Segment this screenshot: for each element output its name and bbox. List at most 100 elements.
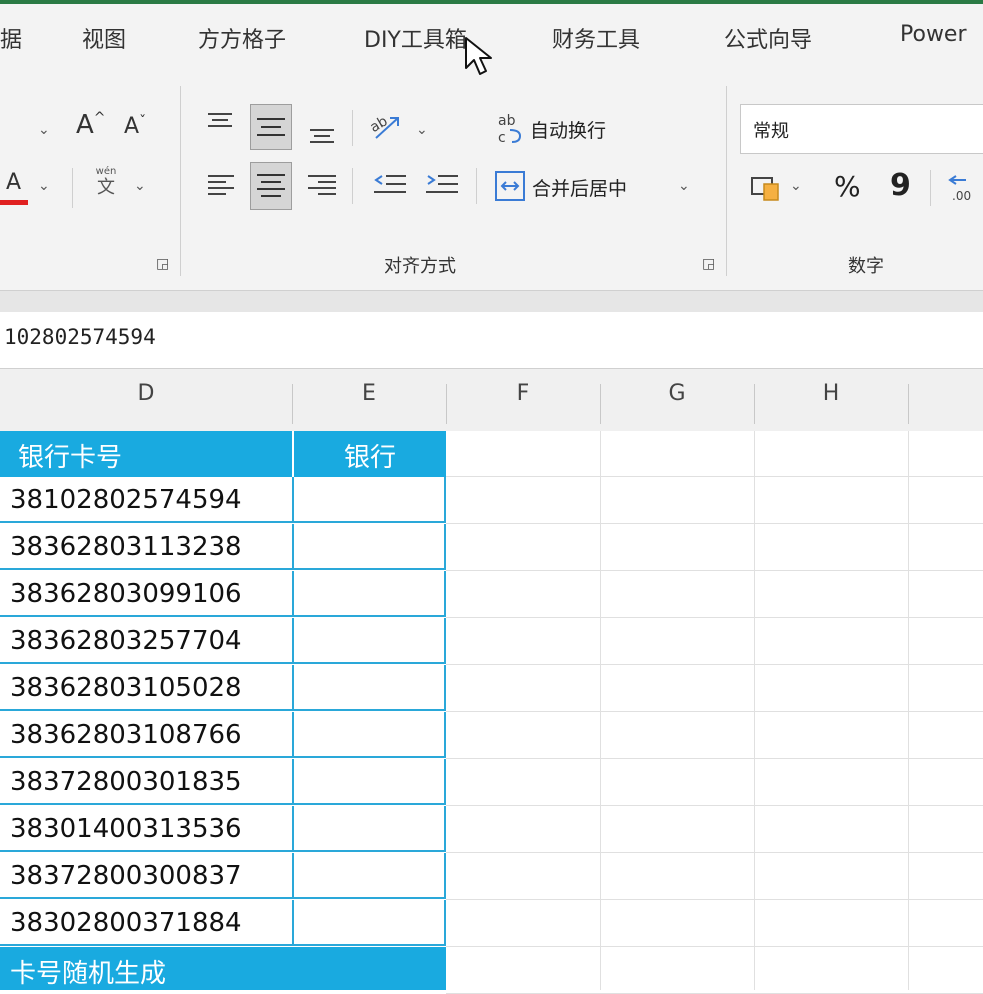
accounting-format-button[interactable] xyxy=(750,172,784,204)
alignment-group-label: 对齐方式 xyxy=(384,256,456,277)
column-separator[interactable] xyxy=(908,384,909,424)
grid-line xyxy=(446,617,983,618)
table-row-card-number[interactable]: 38102802574594 xyxy=(0,477,292,523)
orientation-dropdown-chevron-icon[interactable]: ⌄ xyxy=(416,122,428,138)
alignment-dialog-launcher-icon[interactable]: ◲ xyxy=(702,256,715,272)
decrease-font-size-button[interactable]: Aˇ xyxy=(124,114,146,139)
table-row-bank[interactable] xyxy=(292,900,446,946)
accounting-dropdown-chevron-icon[interactable]: ⌄ xyxy=(790,178,802,194)
align-right-button[interactable] xyxy=(306,168,338,202)
increase-indent-icon xyxy=(426,175,458,193)
table-row-bank[interactable] xyxy=(292,665,446,711)
formula-bar-value[interactable]: 102802574594 xyxy=(4,325,156,349)
table-row-bank[interactable] xyxy=(292,524,446,570)
tab-data[interactable]: 据 xyxy=(0,22,22,54)
grid-line xyxy=(446,852,983,853)
mouse-cursor-icon xyxy=(462,36,498,78)
column-header-d[interactable]: D xyxy=(0,381,292,406)
grid-line xyxy=(446,711,983,712)
table-row-bank[interactable] xyxy=(292,571,446,617)
align-left-button[interactable] xyxy=(206,168,236,202)
table-footer-note[interactable]: 卡号随机生成 xyxy=(0,947,446,990)
tab-power[interactable]: Power xyxy=(900,22,967,47)
merge-center-button[interactable]: 合并后居中 xyxy=(532,174,627,201)
grid-line xyxy=(446,664,983,665)
increase-font-size-button[interactable]: A^ xyxy=(76,110,106,140)
phonetic-guide-button[interactable]: wén 文 xyxy=(86,166,126,198)
ribbon-separator xyxy=(72,168,73,208)
table-row-bank[interactable] xyxy=(292,806,446,852)
svg-text:ab: ab xyxy=(498,113,516,129)
number-group-label: 数字 xyxy=(848,256,884,277)
column-header-f[interactable]: F xyxy=(446,381,600,406)
tab-diy-toolbox[interactable]: DIY工具箱 xyxy=(364,22,467,54)
table-header-bank[interactable]: 银行 xyxy=(292,431,446,477)
table-row-card-number[interactable]: 38362803099106 xyxy=(0,571,292,617)
group-separator-font xyxy=(180,86,181,276)
table-row-card-number[interactable]: 38362803105028 xyxy=(0,665,292,711)
decrease-indent-icon xyxy=(374,175,406,193)
column-header-g[interactable]: G xyxy=(600,381,754,406)
grid-line xyxy=(446,523,983,524)
increase-decimal-button[interactable]: .00 xyxy=(946,170,983,204)
column-header-e[interactable]: E xyxy=(292,381,446,406)
grid-line xyxy=(446,758,983,759)
wrap-text-button[interactable]: 自动换行 xyxy=(530,116,606,143)
table-row-bank[interactable] xyxy=(292,618,446,664)
grid-line xyxy=(446,570,983,571)
phonetic-dropdown-chevron-icon[interactable]: ⌄ xyxy=(134,178,146,194)
table-row-bank[interactable] xyxy=(292,759,446,805)
font-size-dropdown-chevron-icon[interactable]: ⌄ xyxy=(38,122,50,138)
ribbon-separator xyxy=(930,170,931,206)
merge-dropdown-chevron-icon[interactable]: ⌄ xyxy=(678,178,690,194)
tab-formula-wizard[interactable]: 公式向导 xyxy=(724,22,812,54)
tab-finance-tools[interactable]: 财务工具 xyxy=(552,22,640,54)
orientation-button[interactable]: ab xyxy=(367,110,404,142)
ribbon-separator xyxy=(352,168,353,204)
wrap-text-icon: ab c xyxy=(496,110,530,146)
table-row-card-number[interactable]: 38372800300837 xyxy=(0,853,292,899)
tab-fangfang-gezi[interactable]: 方方格子 xyxy=(198,22,286,54)
font-color-dropdown-chevron-icon[interactable]: ⌄ xyxy=(38,178,50,194)
grid-line xyxy=(446,899,983,900)
align-bottom-button[interactable] xyxy=(306,114,338,148)
caret-down-icon: ˇ xyxy=(139,114,147,130)
table-row-card-number[interactable]: 38362803108766 xyxy=(0,712,292,758)
align-middle-button[interactable] xyxy=(250,104,292,150)
decrease-indent-button[interactable] xyxy=(372,170,408,202)
grid-line xyxy=(446,476,983,477)
align-left-icon xyxy=(208,175,234,195)
table-row-bank[interactable] xyxy=(292,477,446,523)
table-row-card-number[interactable]: 38372800301835 xyxy=(0,759,292,805)
increase-decimal-icon: .00 xyxy=(948,175,971,203)
increase-indent-button[interactable] xyxy=(424,170,460,202)
tab-view[interactable]: 视图 xyxy=(82,22,126,54)
ribbon-separator xyxy=(352,110,353,146)
svg-text:c: c xyxy=(498,130,506,146)
number-format-select[interactable]: 常规 xyxy=(740,104,983,154)
svg-text:ab: ab xyxy=(368,113,391,136)
phonetic-bottom-text: 文 xyxy=(97,177,115,198)
caret-up-icon: ^ xyxy=(93,110,106,126)
align-top-button[interactable] xyxy=(206,108,234,142)
font-color-bar xyxy=(0,200,28,205)
comma-style-button[interactable]: 9 xyxy=(890,168,911,203)
percent-style-button[interactable]: % xyxy=(834,170,861,203)
align-center-button[interactable] xyxy=(250,162,292,210)
font-dialog-launcher-icon[interactable]: ◲ xyxy=(156,256,169,272)
table-row-card-number[interactable]: 38362803113238 xyxy=(0,524,292,570)
table-row-card-number[interactable]: 38301400313536 xyxy=(0,806,292,852)
grid-line xyxy=(446,805,983,806)
table-row-bank[interactable] xyxy=(292,712,446,758)
accounting-format-icon xyxy=(751,177,779,201)
align-center-icon xyxy=(257,174,285,197)
align-right-icon xyxy=(308,175,336,195)
column-header-h[interactable]: H xyxy=(754,381,908,406)
table-header-card-number[interactable]: 银行卡号 xyxy=(0,431,292,477)
font-color-button[interactable]: A xyxy=(6,170,21,195)
ribbon-separator xyxy=(476,168,477,204)
table-row-bank[interactable] xyxy=(292,853,446,899)
align-top-icon xyxy=(208,113,232,127)
table-row-card-number[interactable]: 38302800371884 xyxy=(0,900,292,946)
table-row-card-number[interactable]: 38362803257704 xyxy=(0,618,292,664)
